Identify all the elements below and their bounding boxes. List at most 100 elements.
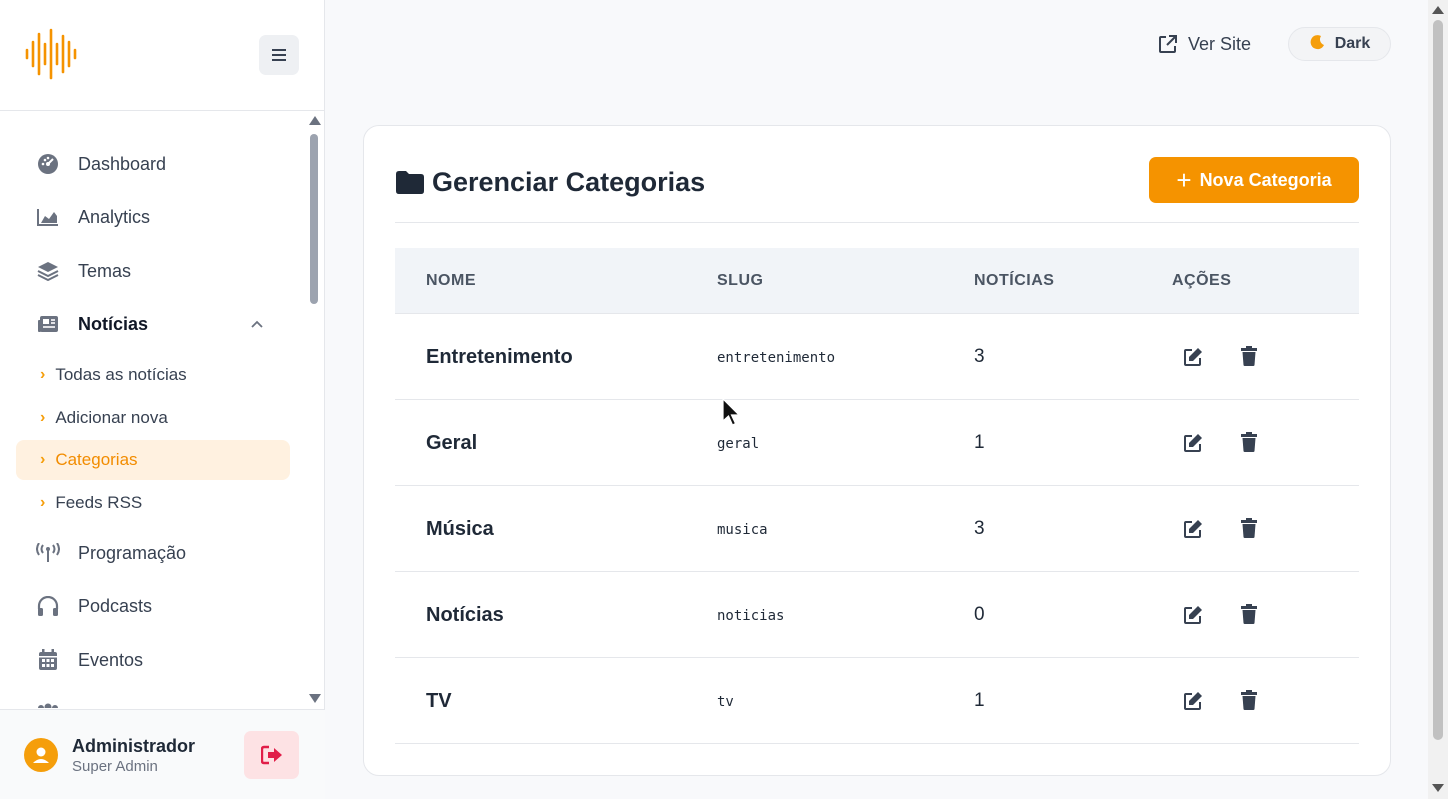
sidebar-item-label: Temas <box>78 260 132 281</box>
category-name: Entretenimento <box>426 346 573 368</box>
sidebar-nav: Dashboard Analytics Temas Notícias › Tod… <box>0 112 305 708</box>
sidebar-item-label: Notícias <box>78 313 149 334</box>
ver-site-label: Ver Site <box>1188 33 1252 54</box>
menu-toggle-button[interactable] <box>259 35 299 75</box>
broadcast-tower-icon <box>36 542 60 564</box>
sidebar-item-label: Programação <box>78 542 187 563</box>
sidebar-subitem-label: Adicionar nova <box>55 408 168 427</box>
chevron-right-icon: › <box>40 451 46 468</box>
sidebar-header <box>0 0 324 111</box>
column-header-acoes: AÇÕES <box>1172 272 1232 289</box>
edit-icon[interactable] <box>1183 347 1203 367</box>
column-header-noticias[interactable]: NOTÍCIAS <box>974 272 1054 290</box>
user-avatar-icon[interactable] <box>24 738 58 772</box>
sidebar-item-dashboard[interactable]: Dashboard <box>36 149 166 179</box>
category-count: 3 <box>974 346 985 367</box>
hamburger-icon <box>272 49 286 61</box>
newspaper-icon <box>36 313 60 335</box>
category-name: Música <box>426 518 494 540</box>
sidebar-subitem-label: Categorias <box>55 450 138 469</box>
sidebar-subitem-feeds[interactable]: › Feeds RSS <box>16 483 290 523</box>
category-count: 1 <box>974 690 985 711</box>
page-title: Gerenciar Categorias <box>396 164 705 200</box>
headphones-icon <box>36 595 60 617</box>
category-name: Notícias <box>426 604 504 626</box>
theme-toggle-label: Dark <box>1334 35 1371 52</box>
page-scrollbar[interactable] <box>1428 0 1448 799</box>
chevron-up-icon[interactable] <box>250 317 264 331</box>
sidebar-item-noticias[interactable]: Notícias <box>36 309 148 339</box>
sidebar-item-temas[interactable]: Temas <box>36 256 131 286</box>
scrollbar-thumb[interactable] <box>310 134 318 304</box>
chevron-right-icon: › <box>40 366 46 383</box>
sidebar-subitem-todas[interactable]: › Todas as notícias <box>16 355 290 395</box>
sidebar-item-label: Eventos <box>78 649 144 670</box>
sidebar-footer: Administrador Super Admin <box>0 709 325 799</box>
sidebar-subitem-label: Todas as notícias <box>55 365 187 384</box>
moon-icon <box>1309 34 1325 54</box>
category-slug: tv <box>717 694 734 710</box>
new-category-label: Nova Categoria <box>1199 169 1332 190</box>
chart-area-icon <box>36 206 60 228</box>
sidebar-item-partial[interactable] <box>36 697 78 708</box>
sidebar-item-analytics[interactable]: Analytics <box>36 202 150 232</box>
plus-icon: + <box>1176 165 1192 195</box>
page-title-text: Gerenciar Categorias <box>432 166 706 197</box>
user-name: Administrador <box>72 736 196 756</box>
sidebar-subitem-adicionar[interactable]: › Adicionar nova <box>16 398 290 438</box>
sidebar-item-programacao[interactable]: Programação <box>36 538 186 568</box>
column-header-nome[interactable]: NOME <box>426 272 476 290</box>
sidebar-item-label: Podcasts <box>78 595 153 616</box>
sidebar-item-podcasts[interactable]: Podcasts <box>36 591 152 621</box>
folder-icon <box>396 171 424 194</box>
divider <box>395 222 1359 223</box>
category-name: Geral <box>426 432 478 454</box>
trash-icon[interactable] <box>1241 346 1257 366</box>
ver-site-link[interactable]: Ver Site <box>1158 31 1251 57</box>
edit-icon[interactable] <box>1183 605 1203 625</box>
gauge-icon <box>36 153 60 175</box>
category-slug: geral <box>717 436 760 452</box>
scroll-down-arrow-icon[interactable] <box>1432 784 1444 792</box>
edit-icon[interactable] <box>1183 519 1203 539</box>
scrollbar-thumb[interactable] <box>1433 20 1443 740</box>
table-row: Música musica 3 <box>395 486 1359 572</box>
table-row: TV tv 1 <box>395 658 1359 744</box>
chevron-right-icon: › <box>40 409 46 426</box>
category-slug: entretenimento <box>717 350 836 366</box>
logout-button[interactable] <box>244 731 299 779</box>
calendar-icon <box>36 649 60 671</box>
audio-wave-logo-icon[interactable] <box>24 28 78 80</box>
trash-icon[interactable] <box>1241 690 1257 710</box>
edit-icon[interactable] <box>1183 691 1203 711</box>
edit-icon[interactable] <box>1183 433 1203 453</box>
sidebar-scrollbar[interactable] <box>306 112 324 708</box>
trash-icon[interactable] <box>1241 432 1257 452</box>
table-row: Entretenimento entretenimento 3 <box>395 314 1359 400</box>
table-row: Geral geral 1 <box>395 400 1359 486</box>
sidebar-subitem-label: Feeds RSS <box>55 493 143 512</box>
scroll-down-arrow-icon[interactable] <box>309 694 321 703</box>
users-icon <box>36 701 60 708</box>
table-header: NOME SLUG NOTÍCIAS AÇÕES <box>395 248 1359 314</box>
chevron-right-icon: › <box>40 494 46 511</box>
categories-card: Gerenciar Categorias + Nova Categoria NO… <box>363 125 1391 776</box>
category-count: 1 <box>974 432 985 453</box>
sidebar-subitem-categorias[interactable]: › Categorias <box>16 440 290 480</box>
new-category-button[interactable]: + Nova Categoria <box>1149 157 1359 203</box>
table-row: Notícias noticias 0 <box>395 572 1359 658</box>
category-name: TV <box>426 690 452 712</box>
trash-icon[interactable] <box>1241 604 1257 624</box>
mouse-cursor-icon <box>722 398 741 426</box>
trash-icon[interactable] <box>1241 518 1257 538</box>
category-count: 3 <box>974 518 985 539</box>
categories-table: NOME SLUG NOTÍCIAS AÇÕES Entretenimento … <box>395 248 1359 744</box>
theme-toggle-button[interactable]: Dark <box>1288 27 1391 61</box>
sidebar-item-eventos[interactable]: Eventos <box>36 645 143 675</box>
sidebar: Dashboard Analytics Temas Notícias › Tod… <box>0 0 325 799</box>
scroll-up-arrow-icon[interactable] <box>309 116 321 125</box>
sign-out-icon <box>260 745 282 765</box>
column-header-slug[interactable]: SLUG <box>717 272 763 290</box>
category-count: 0 <box>974 604 985 625</box>
scroll-up-arrow-icon[interactable] <box>1432 6 1444 14</box>
